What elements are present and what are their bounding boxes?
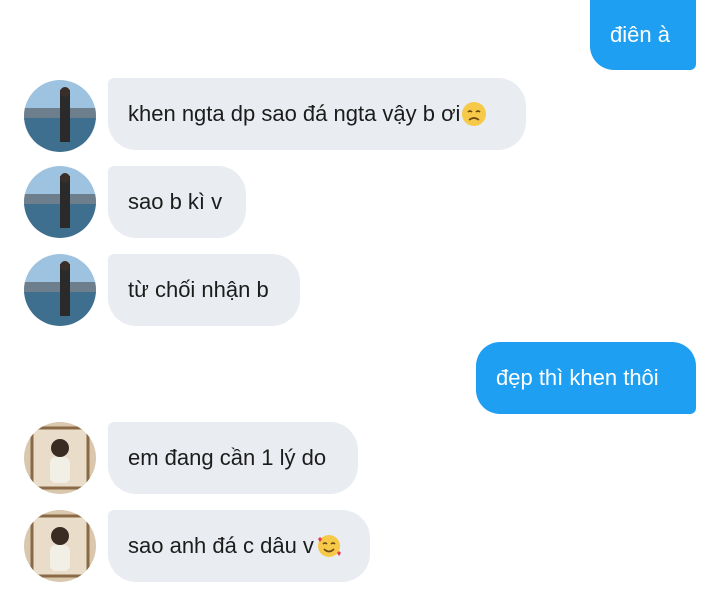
- message-text: đẹp thì khen thôi: [496, 365, 659, 390]
- message-bubble-incoming[interactable]: em đang cần 1 lý do: [108, 422, 358, 494]
- smiling-face-with-hearts-emoji: [315, 533, 343, 559]
- sender-avatar[interactable]: [24, 166, 96, 238]
- message-bubble-outgoing[interactable]: điên à: [590, 0, 696, 70]
- avatar-photo-portrait: [24, 422, 96, 494]
- message-bubble-incoming[interactable]: sao b kì v: [108, 166, 246, 238]
- message-text: khen ngta dp sao đá ngta vậy b ơi: [128, 101, 461, 126]
- disappointed-face-emoji: [461, 101, 487, 127]
- avatar-photo-portrait: [24, 510, 96, 582]
- avatar-photo-lake: [24, 80, 96, 152]
- message-text: sao anh đá c dâu v: [128, 533, 314, 558]
- sender-avatar[interactable]: [24, 510, 96, 582]
- message-text: em đang cần 1 lý do: [128, 445, 327, 470]
- avatar-photo-lake: [24, 254, 96, 326]
- message-bubble-incoming[interactable]: sao anh đá c dâu v: [108, 510, 370, 582]
- sender-avatar[interactable]: [24, 422, 96, 494]
- message-bubble-outgoing[interactable]: đẹp thì khen thôi: [476, 342, 696, 414]
- avatar-photo-lake: [24, 166, 96, 238]
- message-bubble-incoming[interactable]: khen ngta dp sao đá ngta vậy b ơi: [108, 78, 526, 150]
- message-text: từ chối nhận b: [128, 277, 269, 302]
- message-text: sao b kì v: [128, 189, 223, 214]
- sender-avatar[interactable]: [24, 254, 96, 326]
- message-text: điên à: [610, 22, 670, 47]
- message-bubble-incoming[interactable]: từ chối nhận b: [108, 254, 300, 326]
- sender-avatar[interactable]: [24, 80, 96, 152]
